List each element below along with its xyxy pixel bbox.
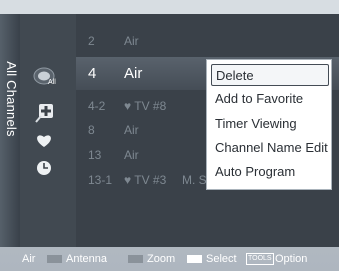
channel-row[interactable]: 2 Air (76, 28, 339, 54)
menu-item-add-to-favorite[interactable]: Add to Favorite (211, 88, 329, 110)
add-icon (34, 102, 56, 124)
menu-item-channel-name-edit[interactable]: Channel Name Edit (211, 137, 329, 159)
menu-item-auto-program[interactable]: Auto Program (211, 161, 329, 183)
menu-item-timer-viewing[interactable]: Timer Viewing (211, 113, 329, 135)
icon-column: All (20, 14, 76, 247)
zoom-button-icon (128, 255, 143, 263)
favorite-heart-icon (36, 134, 52, 148)
antenna-button-icon (47, 255, 62, 263)
menu-item-delete[interactable]: Delete (211, 64, 329, 86)
tools-button-icon: TOOLS (246, 253, 274, 265)
top-bar (0, 0, 339, 14)
svg-text:All: All (48, 79, 56, 86)
tv-channel-list-screen: All Channels All 2 Air 4 Air 4-2 ♥ TV #8… (0, 0, 339, 271)
select-button-icon (187, 255, 202, 263)
title-strip: All Channels (0, 14, 20, 247)
zoom-label: Zoom (147, 253, 176, 265)
context-menu: Delete Add to Favorite Timer Viewing Cha… (206, 59, 332, 190)
air-icon: All (32, 64, 62, 86)
timer-clock-icon (36, 160, 52, 176)
option-label: Option (275, 253, 308, 265)
source-label: Air (22, 253, 36, 265)
select-label: Select (206, 253, 237, 265)
footer-help-bar: Air Antenna Zoom Select TOOLS Option (0, 247, 339, 271)
antenna-label: Antenna (66, 253, 107, 265)
page-title: All Channels (4, 61, 19, 137)
